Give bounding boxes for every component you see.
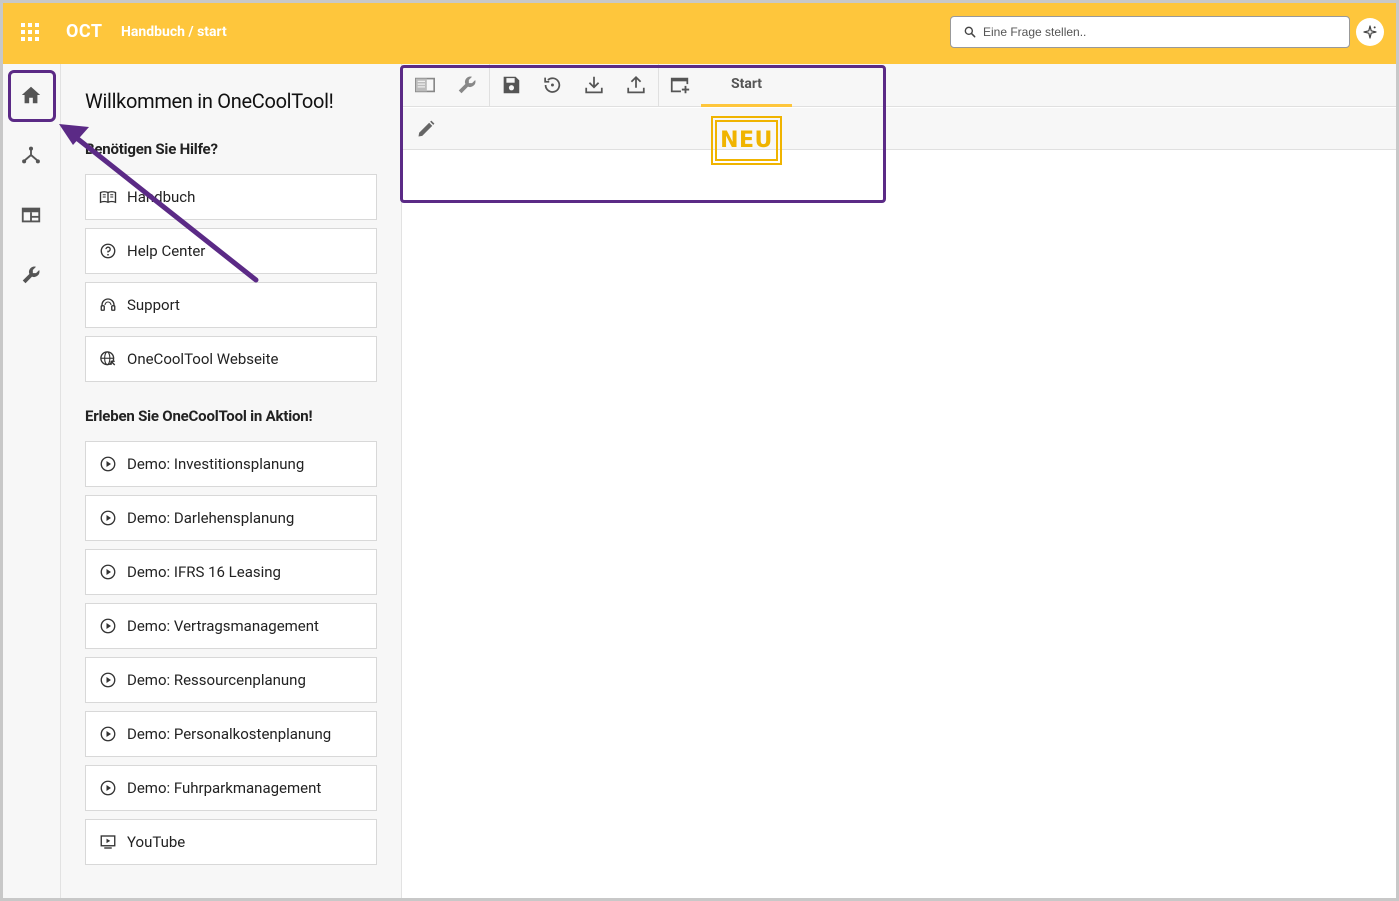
play-icon [99, 779, 117, 797]
link-label: Help Center [127, 242, 206, 260]
globe-icon [99, 350, 117, 368]
start-panel: Willkommen in OneCoolTool! Benötigen Sie… [61, 64, 402, 898]
help-heading: Benötigen Sie Hilfe? [85, 140, 218, 158]
link-website[interactable]: OneCoolTool Webseite [85, 336, 377, 382]
link-demo-ifrs16[interactable]: Demo: IFRS 16 Leasing [85, 549, 377, 595]
link-youtube[interactable]: YouTube [85, 819, 377, 865]
link-demo-personalkostenplanung[interactable]: Demo: Personalkostenplanung [85, 711, 377, 757]
link-label: Demo: Fuhrparkmanagement [127, 779, 322, 797]
search-icon [964, 26, 976, 38]
icon-rail [3, 64, 61, 898]
demo-heading: Erleben Sie OneCoolTool in Aktion! [85, 407, 313, 425]
app-window: OCT Handbuch / start Willkommen in OneCo… [0, 0, 1399, 901]
ai-assistant-button[interactable] [1356, 18, 1384, 46]
rail-hierarchy[interactable] [18, 142, 44, 168]
toolbar-highlight-annotation [400, 65, 886, 203]
wrench-icon [22, 266, 40, 284]
play-icon [99, 563, 117, 581]
play-icon [99, 725, 117, 743]
home-highlight-annotation [8, 70, 56, 122]
rail-tools[interactable] [18, 262, 44, 288]
link-demo-investitionsplanung[interactable]: Demo: Investitionsplanung [85, 441, 377, 487]
play-icon [99, 617, 117, 635]
link-label: OneCoolTool Webseite [127, 350, 279, 368]
play-icon [99, 455, 117, 473]
top-bar: OCT Handbuch / start [3, 3, 1396, 64]
link-label: Demo: Investitionsplanung [127, 455, 305, 473]
headset-icon [99, 296, 117, 314]
sparkle-icon [1363, 25, 1377, 39]
link-help-center[interactable]: Help Center [85, 228, 377, 274]
search-box [950, 16, 1350, 48]
link-demo-vertragsmanagement[interactable]: Demo: Vertragsmanagement [85, 603, 377, 649]
link-label: YouTube [127, 833, 186, 851]
book-icon [99, 188, 117, 206]
link-demo-darlehensplanung[interactable]: Demo: Darlehensplanung [85, 495, 377, 541]
window-icon [21, 207, 41, 223]
brand-logo[interactable]: OCT [66, 21, 103, 42]
link-label: Demo: IFRS 16 Leasing [127, 563, 281, 581]
link-demo-ressourcenplanung[interactable]: Demo: Ressourcenplanung [85, 657, 377, 703]
welcome-title: Willkommen in OneCoolTool! [85, 89, 334, 113]
question-icon [99, 242, 117, 260]
youtube-icon [99, 833, 117, 851]
link-label: Demo: Darlehensplanung [127, 509, 295, 527]
link-label: Demo: Vertragsmanagement [127, 617, 319, 635]
link-handbuch[interactable]: Handbuch [85, 174, 377, 220]
rail-windows[interactable] [18, 202, 44, 228]
search-input[interactable] [983, 17, 1343, 47]
breadcrumb: Handbuch / start [121, 24, 227, 40]
play-icon [99, 671, 117, 689]
link-label: Handbuch [127, 188, 196, 206]
link-label: Support [127, 296, 180, 314]
link-demo-fuhrparkmanagement[interactable]: Demo: Fuhrparkmanagement [85, 765, 377, 811]
apps-grid-icon[interactable] [21, 23, 39, 41]
play-icon [99, 509, 117, 527]
link-label: Demo: Personalkostenplanung [127, 725, 332, 743]
hierarchy-icon [22, 146, 40, 164]
link-support[interactable]: Support [85, 282, 377, 328]
link-label: Demo: Ressourcenplanung [127, 671, 306, 689]
